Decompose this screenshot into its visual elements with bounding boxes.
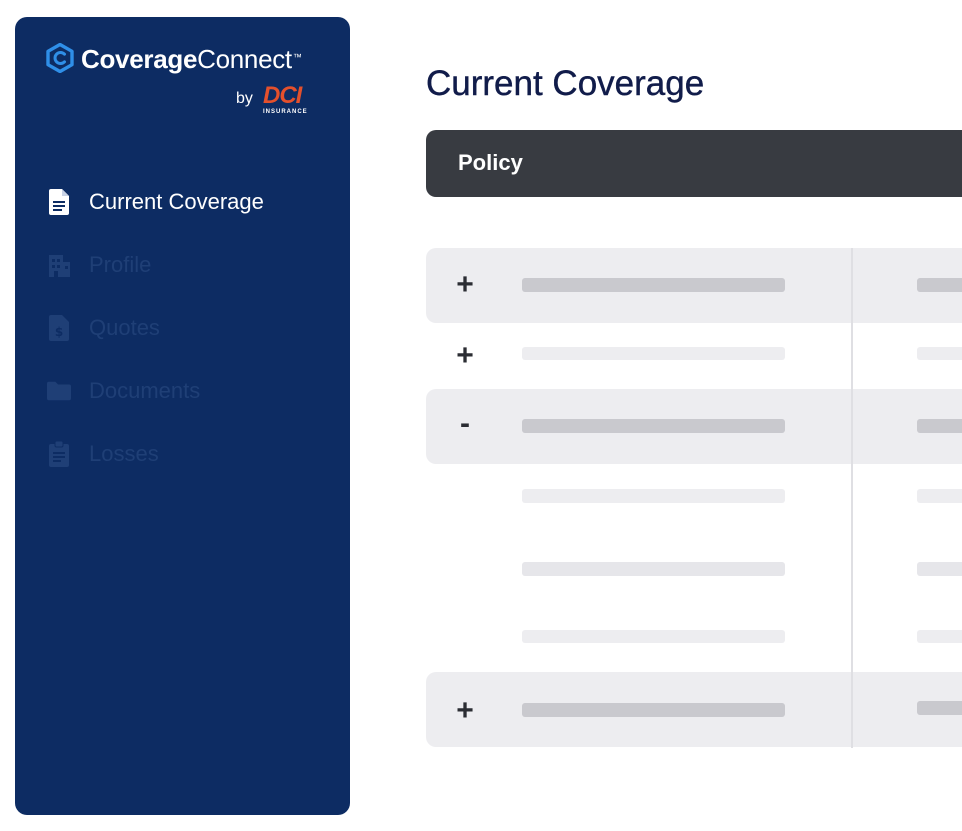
coverage-connect-logo-icon	[46, 43, 74, 73]
expand-button[interactable]: +	[454, 696, 476, 726]
placeholder-bar	[917, 347, 962, 360]
dollar-file-icon: $	[47, 315, 71, 341]
table-subrow	[426, 534, 962, 604]
table-row[interactable]: +	[426, 248, 962, 323]
sidebar: CoverageConnect™ by DCI INSURANCE Curren…	[15, 17, 350, 815]
sidebar-item-current-coverage[interactable]: Current Coverage	[47, 187, 337, 217]
sidebar-item-documents[interactable]: Documents	[47, 376, 337, 406]
placeholder-bar	[522, 419, 785, 433]
dci-logo-subtitle: INSURANCE	[263, 109, 308, 115]
sidebar-item-label: Losses	[89, 441, 159, 466]
sidebar-item-label: Quotes	[89, 315, 160, 340]
collapse-button[interactable]: -	[454, 409, 476, 439]
table-row[interactable]: +	[426, 672, 962, 747]
sidebar-item-profile[interactable]: Profile	[47, 250, 337, 280]
table-row[interactable]: +	[426, 322, 962, 389]
placeholder-bar	[522, 278, 785, 292]
sidebar-item-quotes[interactable]: $ Quotes	[47, 313, 337, 343]
placeholder-bar	[522, 630, 785, 643]
placeholder-bar	[522, 562, 785, 576]
document-icon	[47, 189, 71, 215]
placeholder-bar	[522, 489, 785, 503]
brand-by-label: by	[236, 90, 253, 107]
folder-icon	[47, 378, 71, 404]
clipboard-icon	[47, 441, 71, 467]
sidebar-item-losses[interactable]: Losses	[47, 439, 337, 469]
placeholder-bar	[917, 562, 962, 576]
placeholder-bar	[917, 278, 962, 292]
svg-text:$: $	[55, 325, 63, 339]
page: CoverageConnect™ by DCI INSURANCE Curren…	[0, 0, 962, 831]
placeholder-bar	[917, 630, 962, 643]
table-subrow	[426, 464, 962, 534]
page-title: Current Coverage	[426, 64, 705, 103]
brand-name-light: Connect	[197, 44, 292, 74]
placeholder-bar	[917, 419, 962, 433]
column-header-policy[interactable]: Policy	[458, 150, 523, 176]
placeholder-bar	[917, 701, 962, 715]
brand-name: CoverageConnect™	[81, 43, 302, 75]
dci-logo-letters: DCI	[263, 82, 302, 109]
trademark-symbol: ™	[292, 52, 302, 62]
expand-button[interactable]: +	[454, 270, 476, 300]
expand-button[interactable]: +	[454, 341, 476, 371]
building-icon	[47, 252, 71, 278]
column-divider	[851, 248, 853, 748]
placeholder-bar	[522, 703, 785, 717]
table-row[interactable]: -	[426, 389, 962, 464]
placeholder-bar	[917, 489, 962, 503]
dci-insurance-logo: DCI INSURANCE	[263, 83, 315, 117]
sidebar-item-label: Current Coverage	[89, 189, 264, 214]
table-header: Policy	[426, 130, 962, 197]
sidebar-item-label: Profile	[89, 252, 152, 277]
brand-name-bold: Coverage	[81, 44, 198, 74]
table-subrow	[426, 604, 962, 672]
placeholder-bar	[522, 347, 785, 360]
sidebar-item-label: Documents	[89, 378, 201, 403]
